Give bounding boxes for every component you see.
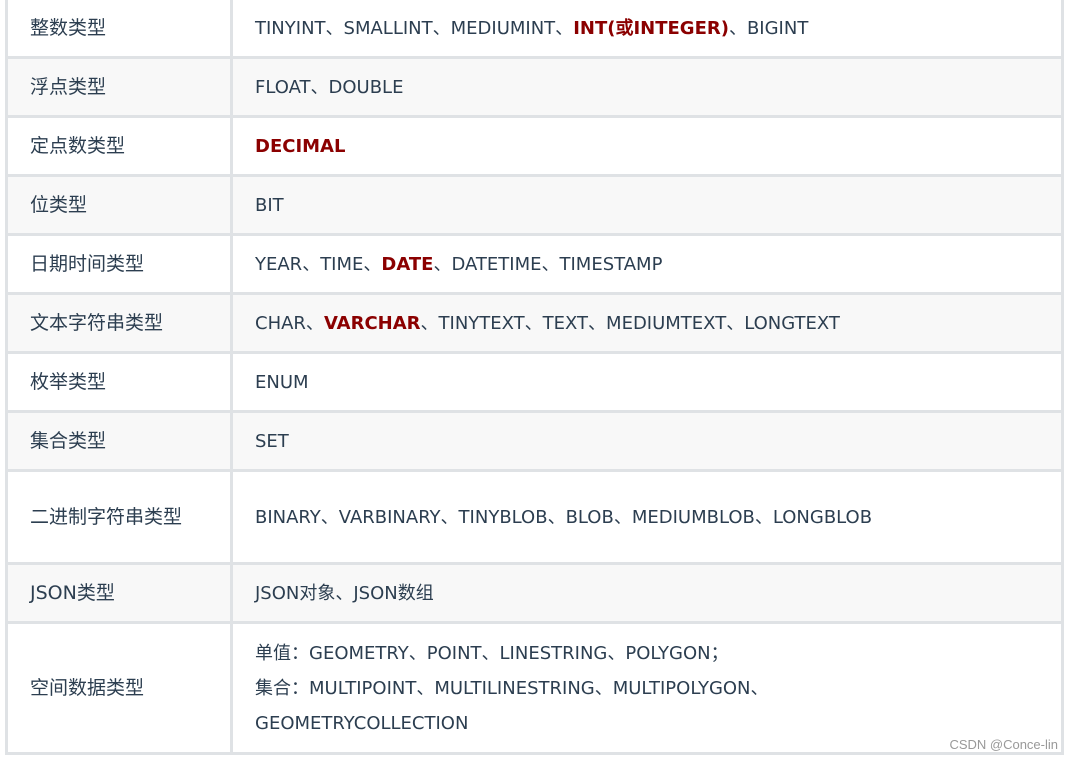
type-text: TINYINT、SMALLINT、MEDIUMINT、 <box>255 17 574 39</box>
value-line: 单值：GEOMETRY、POINT、LINESTRING、POLYGON； <box>255 636 1039 671</box>
type-text: GEOMETRYCOLLECTION <box>255 712 469 734</box>
type-text: FLOAT、DOUBLE <box>255 76 404 98</box>
type-category: 空间数据类型 <box>5 621 233 755</box>
type-text: ENUM <box>255 371 309 393</box>
type-category: 位类型 <box>5 174 233 236</box>
value-line: SET <box>255 424 1039 459</box>
type-text: 、DATETIME、TIMESTAMP <box>433 253 663 275</box>
type-category: 浮点类型 <box>5 56 233 118</box>
value-line: FLOAT、DOUBLE <box>255 70 1039 105</box>
type-category: 枚举类型 <box>5 351 233 413</box>
type-category: 二进制字符串类型 <box>5 469 233 565</box>
type-values: DECIMAL <box>230 115 1064 177</box>
type-values: BINARY、VARBINARY、TINYBLOB、BLOB、MEDIUMBLO… <box>230 469 1064 565</box>
value-line: DECIMAL <box>255 129 1039 164</box>
type-text: 集合：MULTIPOINT、MULTILINESTRING、MULTIPOLYG… <box>255 677 769 699</box>
value-line: YEAR、TIME、DATE、DATETIME、TIMESTAMP <box>255 247 1039 282</box>
table-row: 空间数据类型 单值：GEOMETRY、POINT、LINESTRING、POLYG… <box>5 621 1064 755</box>
type-text: 单值：GEOMETRY、POINT、LINESTRING、POLYGON； <box>255 642 729 664</box>
value-line: TINYINT、SMALLINT、MEDIUMINT、INT(或INTEGER)… <box>255 11 1039 46</box>
type-text: JSON对象、JSON数组 <box>255 582 434 604</box>
type-text: BIT <box>255 194 284 216</box>
value-line: CHAR、VARCHAR、TINYTEXT、TEXT、MEDIUMTEXT、LO… <box>255 306 1039 341</box>
value-line: BIT <box>255 188 1039 223</box>
value-line: ENUM <box>255 365 1039 400</box>
data-types-table: 整数类型 TINYINT、SMALLINT、MEDIUMINT、INT(或INTE… <box>5 0 1064 755</box>
highlighted-type: DECIMAL <box>255 135 346 157</box>
type-category: 日期时间类型 <box>5 233 233 295</box>
type-text: BINARY、VARBINARY、TINYBLOB、BLOB、MEDIUMBLO… <box>255 506 873 528</box>
type-values: SET <box>230 410 1064 472</box>
table-row: 定点数类型 DECIMAL <box>5 115 1064 177</box>
type-text: YEAR、TIME、 <box>255 253 382 275</box>
type-category: 整数类型 <box>5 0 233 59</box>
table-row: 集合类型 SET <box>5 410 1064 472</box>
table-row: 整数类型 TINYINT、SMALLINT、MEDIUMINT、INT(或INTE… <box>5 0 1064 59</box>
type-values: JSON对象、JSON数组 <box>230 562 1064 624</box>
table-row: 日期时间类型 YEAR、TIME、DATE、DATETIME、TIMESTAMP <box>5 233 1064 295</box>
value-line: 集合：MULTIPOINT、MULTILINESTRING、MULTIPOLYG… <box>255 671 1039 706</box>
type-category: 定点数类型 <box>5 115 233 177</box>
type-text: SET <box>255 430 289 452</box>
value-line: GEOMETRYCOLLECTION <box>255 706 1039 741</box>
highlighted-type: DATE <box>381 253 434 275</box>
type-values: BIT <box>230 174 1064 236</box>
type-values: 单值：GEOMETRY、POINT、LINESTRING、POLYGON； 集合：… <box>230 621 1064 755</box>
value-line: BINARY、VARBINARY、TINYBLOB、BLOB、MEDIUMBLO… <box>255 500 1039 535</box>
type-text: 、TINYTEXT、TEXT、MEDIUMTEXT、LONGTEXT <box>420 312 840 334</box>
type-values: ENUM <box>230 351 1064 413</box>
table-row: 枚举类型 ENUM <box>5 351 1064 413</box>
table-row: JSON类型 JSON对象、JSON数组 <box>5 562 1064 624</box>
type-text: 、BIGINT <box>728 17 809 39</box>
type-values: FLOAT、DOUBLE <box>230 56 1064 118</box>
table-row: 文本字符串类型 CHAR、VARCHAR、TINYTEXT、TEXT、MEDIUM… <box>5 292 1064 354</box>
highlighted-type: VARCHAR <box>323 312 421 334</box>
type-values: CHAR、VARCHAR、TINYTEXT、TEXT、MEDIUMTEXT、LO… <box>230 292 1064 354</box>
table-row: 位类型 BIT <box>5 174 1064 236</box>
type-text: CHAR、 <box>255 312 324 334</box>
type-category: 集合类型 <box>5 410 233 472</box>
highlighted-type: INT(或INTEGER) <box>573 17 729 39</box>
type-values: YEAR、TIME、DATE、DATETIME、TIMESTAMP <box>230 233 1064 295</box>
type-category: JSON类型 <box>5 562 233 624</box>
type-category: 文本字符串类型 <box>5 292 233 354</box>
table-row: 二进制字符串类型 BINARY、VARBINARY、TINYBLOB、BLOB、M… <box>5 469 1064 565</box>
value-line: JSON对象、JSON数组 <box>255 576 1039 611</box>
type-values: TINYINT、SMALLINT、MEDIUMINT、INT(或INTEGER)… <box>230 0 1064 59</box>
table-row: 浮点类型 FLOAT、DOUBLE <box>5 56 1064 118</box>
watermark: CSDN @Conce-lin <box>949 737 1058 752</box>
